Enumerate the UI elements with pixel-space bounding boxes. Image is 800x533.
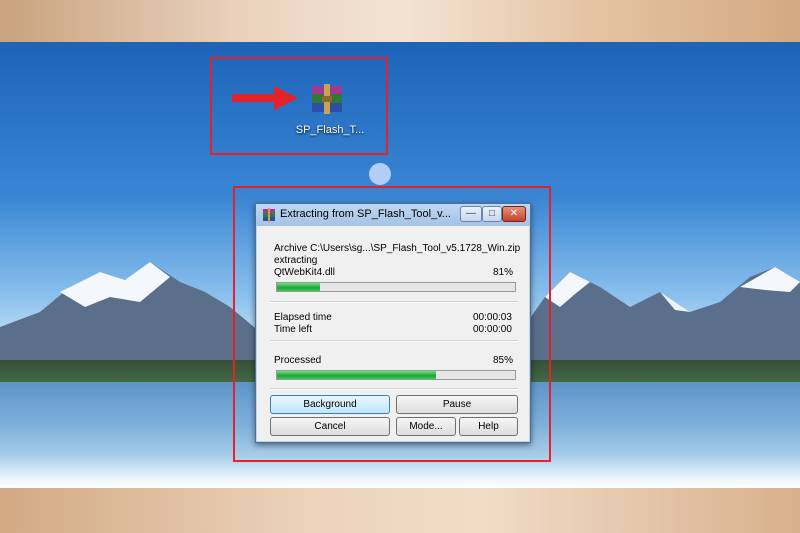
processed-progress-bar: [276, 370, 516, 380]
video-frame-bottom-band: [0, 488, 800, 533]
dialog-title: Extracting from SP_Flash_Tool_v...: [280, 208, 451, 220]
cancel-button[interactable]: Cancel: [270, 417, 390, 436]
divider: [270, 301, 518, 303]
processed-percent-text: 85%: [493, 355, 514, 366]
maximize-button[interactable]: □: [482, 206, 502, 222]
dialog-titlebar[interactable]: Extracting from SP_Flash_Tool_v... — □ ✕: [256, 204, 530, 226]
file-percent-text: 81%: [493, 267, 514, 278]
minimize-button[interactable]: —: [460, 206, 482, 222]
winrar-archive-icon[interactable]: [310, 84, 344, 114]
desktop-file-label[interactable]: SP_Flash_T...: [290, 124, 370, 136]
file-progress-fill: [277, 283, 320, 291]
touch-cursor-indicator: [369, 163, 391, 185]
extraction-dialog: Extracting from SP_Flash_Tool_v... — □ ✕…: [255, 203, 531, 443]
current-file-name: QtWebKit4.dll: [274, 267, 335, 278]
file-progress-bar: [276, 282, 516, 292]
action-text: extracting: [274, 255, 318, 266]
elapsed-time-value: 00:00:03: [473, 312, 512, 323]
processed-label: Processed: [274, 355, 322, 366]
archive-path-text: Archive C:\Users\sg...\SP_Flash_Tool_v5.…: [274, 243, 521, 254]
divider: [270, 388, 518, 390]
help-button[interactable]: Help: [459, 417, 518, 436]
mode-button[interactable]: Mode...: [396, 417, 456, 436]
divider: [270, 340, 518, 342]
time-left-value: 00:00:00: [473, 324, 512, 335]
time-left-label: Time left: [274, 324, 312, 335]
close-button[interactable]: ✕: [502, 206, 526, 222]
background-button[interactable]: Background: [270, 395, 390, 414]
video-frame-top-band: [0, 0, 800, 42]
pause-button[interactable]: Pause: [396, 395, 518, 414]
red-arrow-icon: [232, 86, 298, 110]
elapsed-time-label: Elapsed time: [274, 312, 332, 323]
winrar-icon: [263, 208, 275, 222]
dialog-content: Archive C:\Users\sg...\SP_Flash_Tool_v5.…: [262, 228, 524, 438]
processed-progress-fill: [277, 371, 437, 379]
